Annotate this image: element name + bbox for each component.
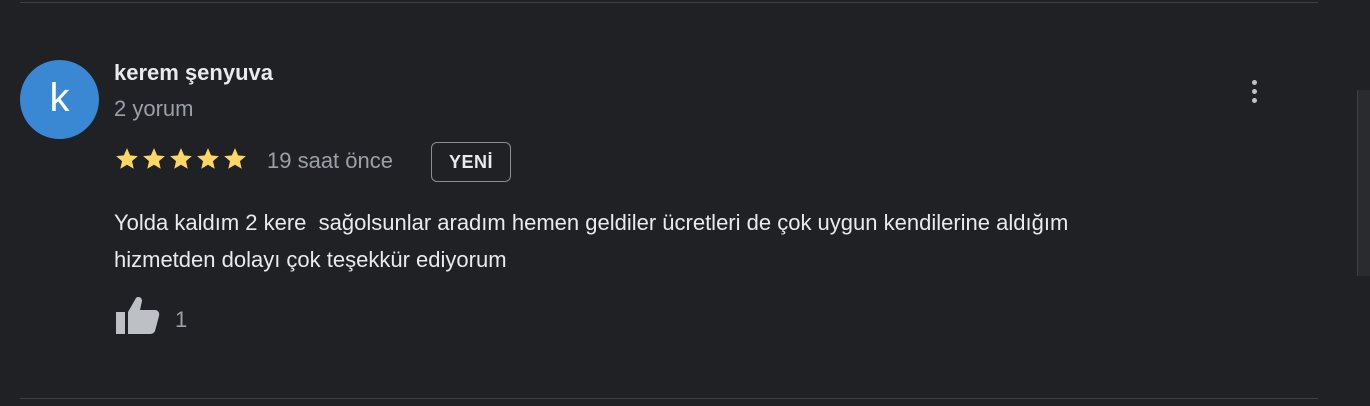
author-name[interactable]: kerem şenyuva xyxy=(114,60,273,86)
star-rating xyxy=(114,146,248,172)
more-vert-icon xyxy=(1251,79,1257,85)
review-card: k kerem şenyuva 2 yorum 19 saat önce YEN… xyxy=(0,0,1370,406)
more-vert-icon-dot xyxy=(1251,97,1257,103)
thumbs-up-icon xyxy=(116,297,160,334)
like-count: 1 xyxy=(175,307,188,332)
new-badge: YENİ xyxy=(431,142,511,182)
scrollbar[interactable] xyxy=(1357,90,1370,276)
star-icon xyxy=(116,148,138,169)
like-button[interactable] xyxy=(114,294,162,338)
avatar-initial: k xyxy=(49,75,70,120)
avatar[interactable]: k xyxy=(20,60,99,139)
more-options-button[interactable] xyxy=(1240,74,1268,108)
more-vert-icon-dot xyxy=(1251,88,1257,94)
star-icon xyxy=(143,148,165,169)
top-divider xyxy=(20,2,1318,3)
review-text: Yolda kaldım 2 kere sağolsunlar aradım h… xyxy=(114,210,1069,272)
star-icon xyxy=(170,148,192,169)
review-time: 19 saat önce xyxy=(267,148,393,173)
author-review-count: 2 yorum xyxy=(114,96,194,121)
star-icon xyxy=(224,148,246,169)
star-icon xyxy=(197,148,219,169)
bottom-divider xyxy=(20,398,1318,399)
